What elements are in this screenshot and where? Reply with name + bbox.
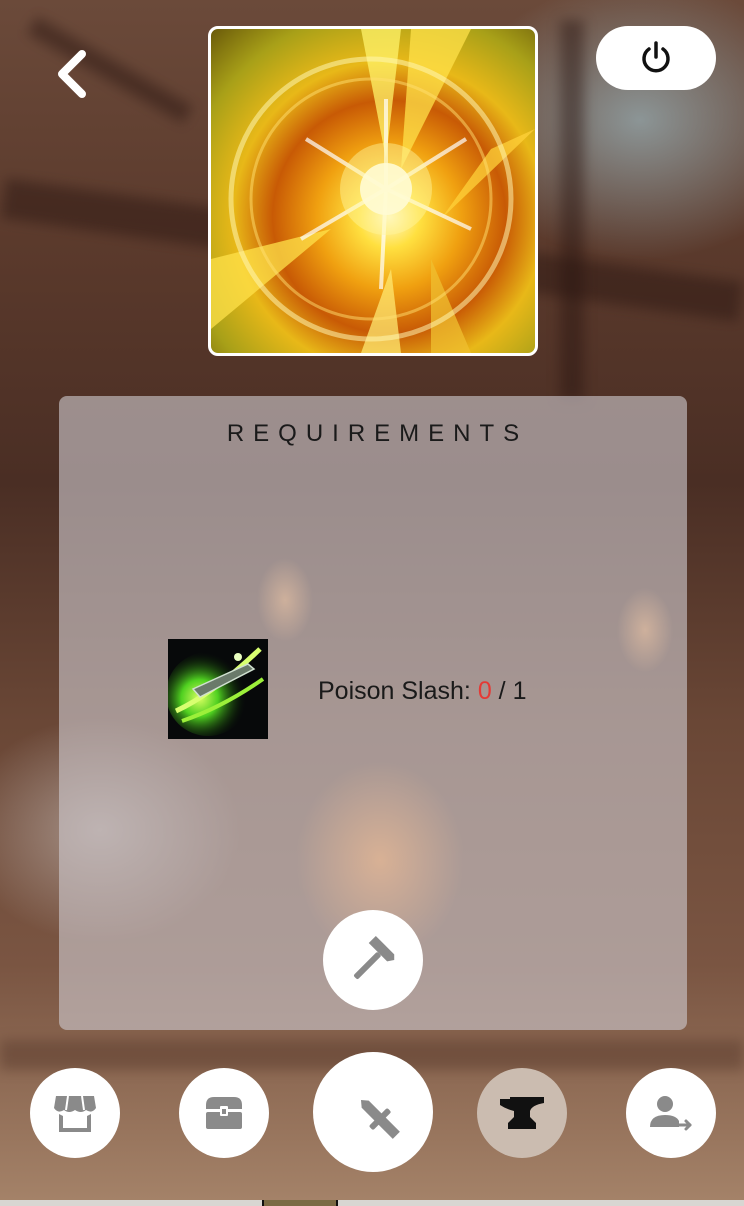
requirement-text: Poison Slash: 0 / 1 [318, 677, 526, 706]
anvil-icon [500, 1097, 544, 1129]
golden-burst-skill-art [211, 29, 535, 353]
hammer-icon [354, 935, 395, 979]
bottom-edge-segment [262, 1200, 338, 1206]
craft-button[interactable] [323, 910, 423, 1010]
shop-icon [54, 1095, 96, 1132]
chest-icon [206, 1097, 242, 1129]
skill-art-image [208, 26, 538, 356]
power-icon [642, 41, 670, 73]
nav-battle-button[interactable] [313, 1052, 433, 1172]
requirement-need-count: 1 [512, 677, 527, 705]
chevron-left-icon [58, 50, 86, 98]
power-button[interactable] [596, 26, 716, 90]
requirements-title: REQUIREMENTS [226, 420, 529, 447]
requirements-panel: REQUIREMENTS Poison Slash: 0 / 1 [59, 396, 687, 1030]
background-beam [560, 20, 584, 400]
nav-chest-button[interactable] [179, 1068, 269, 1158]
requirement-name: Poison Slash: [318, 677, 471, 705]
requirement-item: Poison Slash: 0 / 1 [168, 639, 588, 739]
requirement-have-count: 0 [477, 677, 492, 705]
nav-forge-button[interactable] [477, 1068, 567, 1158]
sword-icon [360, 1099, 400, 1139]
nav-logout-button[interactable] [626, 1068, 716, 1158]
requirement-separator: / [491, 677, 513, 705]
bottom-edge-strip [0, 1200, 744, 1206]
nav-shop-button[interactable] [30, 1068, 120, 1158]
user-logout-icon [650, 1096, 692, 1131]
back-button[interactable] [44, 44, 100, 104]
poison-slash-icon [168, 639, 268, 739]
requirement-thumbnail [168, 639, 268, 739]
